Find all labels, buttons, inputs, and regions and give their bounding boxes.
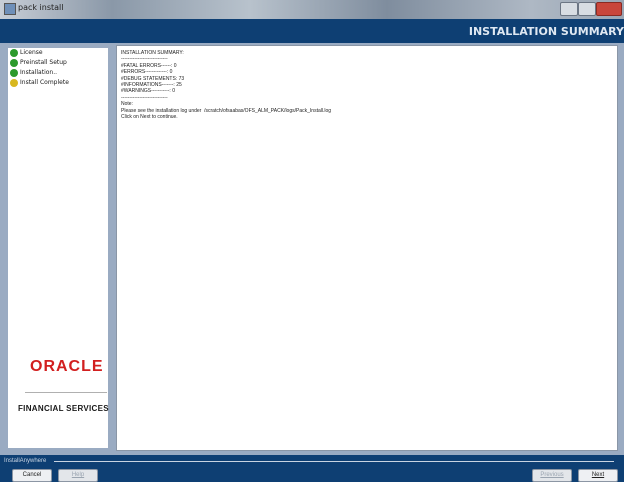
debug-statements-label: #DEBUG STATEMENTS: bbox=[121, 75, 178, 82]
minimize-button[interactable] bbox=[560, 2, 578, 16]
installanywhere-brand: InstallAnywhere bbox=[4, 458, 47, 464]
continue-message: Click on Next to continue. bbox=[121, 114, 178, 121]
check-circle-icon bbox=[10, 59, 18, 67]
check-circle-icon bbox=[10, 69, 18, 77]
financial-services-logo-text: FINANCIAL SERVICES bbox=[18, 404, 109, 413]
window-title-bar[interactable]: pack install bbox=[0, 0, 624, 19]
summary-heading: INSTALLATION SUMMARY: bbox=[121, 50, 184, 56]
cancel-button[interactable]: Cancel bbox=[12, 469, 52, 482]
warnings-label: #WARNINGS-----------: bbox=[121, 88, 171, 95]
maximize-button[interactable] bbox=[578, 2, 596, 16]
cancel-button-label: Cancel bbox=[22, 472, 42, 478]
errors-value: 0 bbox=[169, 69, 173, 76]
header-banner: INSTALLATION SUMMARY bbox=[0, 19, 624, 43]
arrow-circle-icon bbox=[10, 79, 18, 87]
log-path-message: Please see the installation log under /s… bbox=[121, 107, 332, 114]
sidebar-item-label: Installation.. bbox=[20, 69, 58, 76]
warnings-value: 0 bbox=[172, 88, 175, 95]
sidebar-item-label: License bbox=[20, 49, 43, 56]
next-button-label: Next bbox=[591, 472, 605, 478]
check-circle-icon bbox=[10, 49, 18, 57]
step-sidebar: License Preinstall Setup Installation.. … bbox=[8, 48, 108, 448]
fatal-errors-value: 0 bbox=[173, 62, 177, 69]
page-title: INSTALLATION SUMMARY bbox=[468, 25, 624, 38]
summary-text: INSTALLATION SUMMARY: ------------------… bbox=[121, 50, 331, 120]
summary-separator: ---------------------------- bbox=[121, 56, 168, 63]
debug-statements-value: 73 bbox=[178, 75, 185, 82]
close-button[interactable] bbox=[596, 2, 622, 16]
next-button[interactable]: Next bbox=[578, 469, 618, 482]
errors-label: #ERRORS-------------: bbox=[121, 69, 169, 76]
sidebar-item-label: Preinstall Setup bbox=[20, 59, 67, 66]
logo-divider bbox=[25, 392, 107, 393]
oracle-logo: ORACLE bbox=[30, 358, 104, 375]
sidebar-item-label: Install Complete bbox=[20, 79, 69, 86]
previous-button-label: Previous bbox=[540, 472, 564, 478]
previous-button[interactable]: Previous bbox=[532, 469, 572, 482]
informations-label: #INFORMATIONS-------: bbox=[121, 82, 175, 89]
help-button-label: Help bbox=[71, 472, 85, 478]
summary-separator-2: ---------------------------- bbox=[121, 94, 168, 101]
informations-value: 25 bbox=[176, 82, 182, 89]
note-label: Note: bbox=[121, 101, 133, 108]
footer-divider bbox=[54, 461, 614, 462]
help-button[interactable]: Help bbox=[58, 469, 98, 482]
fatal-errors-label: #FATAL ERRORS------: bbox=[121, 62, 173, 69]
summary-panel: INSTALLATION SUMMARY: ------------------… bbox=[116, 45, 618, 451]
window-title: pack install bbox=[18, 3, 64, 12]
app-icon bbox=[4, 3, 16, 15]
